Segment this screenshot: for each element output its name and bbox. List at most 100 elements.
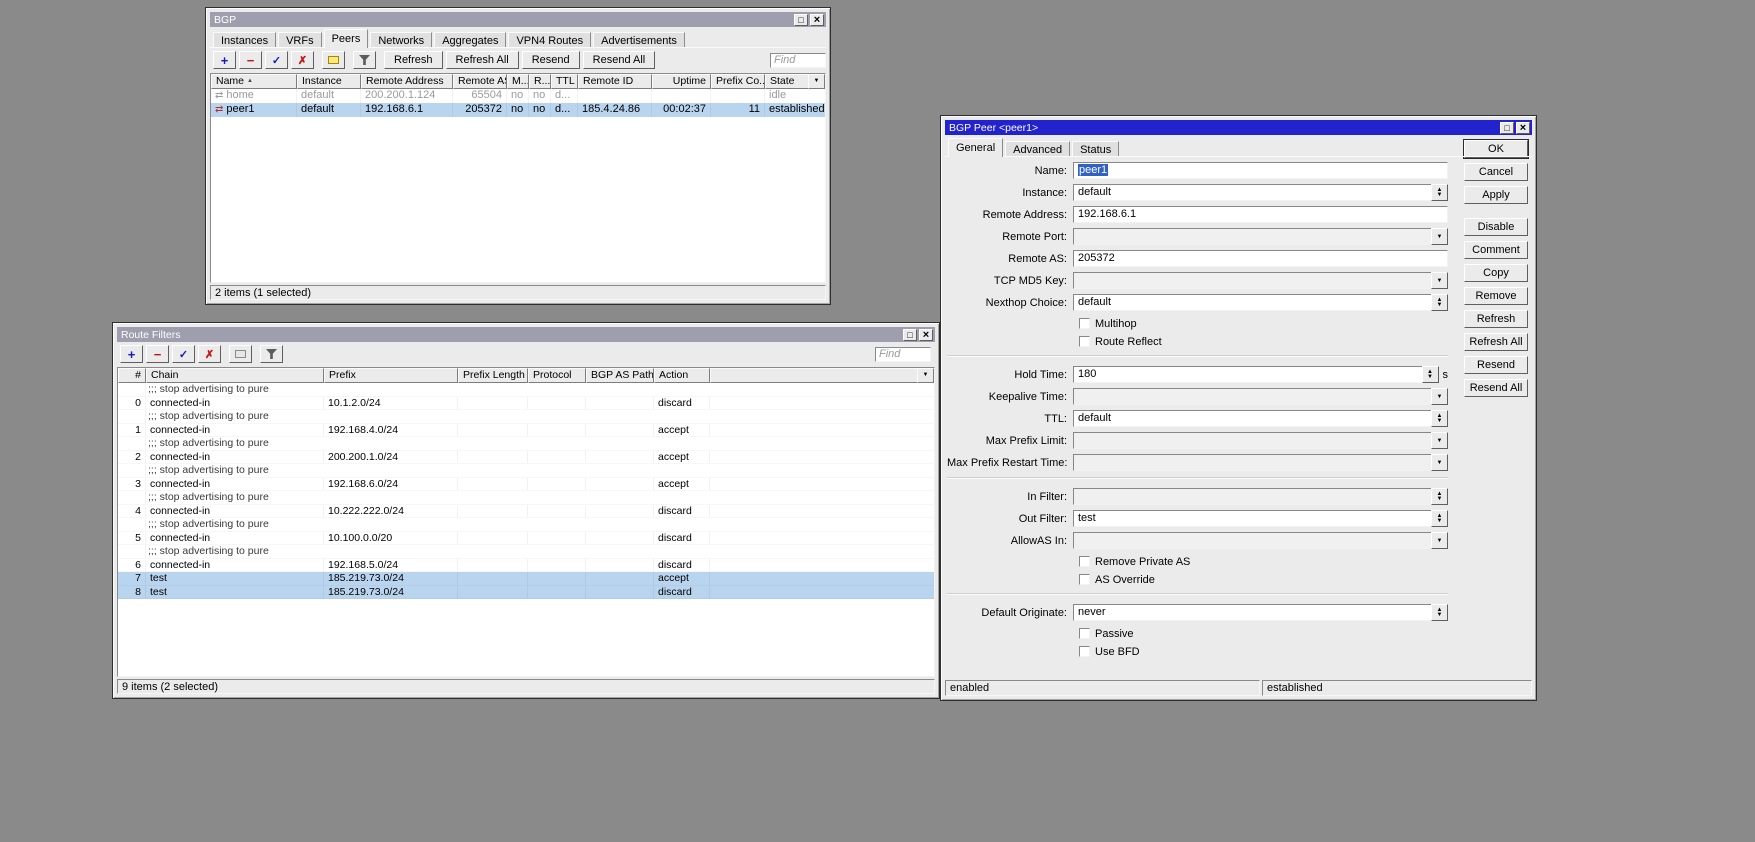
find-input[interactable] [770,53,826,68]
tcp-md5-key-dropdown[interactable]: ▼ [1073,272,1448,289]
column-header-m[interactable]: M... [507,74,529,89]
disable-button[interactable]: Disable [1464,218,1528,236]
refresh-all-button[interactable]: Refresh All [446,51,519,69]
nexthop-choice-dropdown[interactable]: default ▲▼ [1073,294,1448,311]
column-header-remote-as[interactable]: Remote AS [453,74,507,89]
remote-port-dropdown[interactable]: ▼ [1073,228,1448,245]
column-header-prefix-count[interactable]: Prefix Co... [711,74,765,89]
restore-icon[interactable]: □ [903,329,917,341]
column-header-r[interactable]: R... [529,74,551,89]
restore-icon[interactable]: □ [1500,122,1514,134]
instance-dropdown[interactable]: default ▲▼ [1073,184,1448,201]
column-header-bgp-as-path[interactable]: BGP AS Path [586,368,654,383]
route-filter-comment-row[interactable]: ;;; stop advertising to pure [118,464,934,478]
name-input[interactable]: peer1 [1073,162,1448,179]
chevron-updown-icon[interactable]: ▲▼ [1431,604,1448,621]
chevron-down-icon[interactable]: ▼ [1431,532,1448,549]
route-filter-row-0[interactable]: 0 connected-in 10.1.2.0/24 discard [118,397,934,411]
chevron-down-icon[interactable]: ▼ [1431,388,1448,405]
in-filter-dropdown[interactable]: ▲▼ [1073,488,1448,505]
tab-aggregates[interactable]: Aggregates [434,32,506,48]
bgp-peer-titlebar[interactable]: BGP Peer <peer1> □ × [945,120,1532,135]
multihop-checkbox[interactable] [1079,318,1090,329]
bgp-peer-row-peer1[interactable]: ⇄peer1 default 192.168.6.1 205372 no no … [211,103,825,117]
comment-button[interactable] [322,51,345,69]
ttl-dropdown[interactable]: default ▲▼ [1073,410,1448,427]
tab-instances[interactable]: Instances [213,32,276,48]
max-prefix-limit-dropdown[interactable]: ▼ [1073,432,1448,449]
route-filter-row-3[interactable]: 3 connected-in 192.168.6.0/24 accept [118,478,934,492]
passive-checkbox[interactable] [1079,628,1090,639]
column-header-remote-id[interactable]: Remote ID [578,74,652,89]
close-icon[interactable]: × [919,329,933,341]
max-prefix-restart-time-dropdown[interactable]: ▼ [1073,454,1448,471]
enable-button[interactable]: ✓ [172,345,195,363]
column-header-action[interactable]: Action [654,368,710,383]
column-select-button[interactable]: ▼ [808,74,825,89]
route-filter-row-1[interactable]: 1 connected-in 192.168.4.0/24 accept [118,424,934,438]
route-filter-row-6[interactable]: 6 connected-in 192.168.5.0/24 discard [118,559,934,573]
remote-as-input[interactable]: 205372 [1073,250,1448,267]
route-filter-row-7[interactable]: 7 test 185.219.73.0/24 accept [118,572,934,586]
column-header-name[interactable]: Name▲ [211,74,297,89]
column-header-prefix-length[interactable]: Prefix Length [458,368,528,383]
disable-button[interactable]: ✗ [198,345,221,363]
tab-vpn4-routes[interactable]: VPN4 Routes [508,32,591,48]
chevron-down-icon[interactable]: ▼ [1431,228,1448,245]
refresh-all-button[interactable]: Refresh All [1464,333,1528,351]
column-header-chain[interactable]: Chain [146,368,324,383]
copy-button[interactable]: Copy [1464,264,1528,282]
filter-button[interactable] [353,51,376,69]
column-header-prefix[interactable]: Prefix [324,368,458,383]
route-filter-comment-row[interactable]: ;;; stop advertising to pure [118,545,934,559]
tab-advertisements[interactable]: Advertisements [593,32,685,48]
keepalive-time-dropdown[interactable]: ▼ [1073,388,1448,405]
route-filter-comment-row[interactable]: ;;; stop advertising to pure [118,437,934,451]
apply-button[interactable]: Apply [1464,186,1528,204]
route-filters-titlebar[interactable]: Route Filters □ × [117,327,935,342]
column-select-button[interactable]: ▼ [917,368,934,383]
route-filter-comment-row[interactable]: ;;; stop advertising to pure [118,518,934,532]
route-filter-comment-row[interactable]: ;;; stop advertising to pure [118,383,934,397]
cancel-button[interactable]: Cancel [1464,163,1528,181]
filter-button[interactable] [260,345,283,363]
chevron-down-icon[interactable]: ▼ [1431,432,1448,449]
allowas-in-dropdown[interactable]: ▼ [1073,532,1448,549]
resend-all-button[interactable]: Resend All [1464,379,1528,397]
bgp-titlebar[interactable]: BGP □ × [210,12,826,27]
refresh-button[interactable]: Refresh [384,51,443,69]
chevron-updown-icon[interactable]: ▲▼ [1422,366,1439,383]
use-bfd-checkbox[interactable] [1079,646,1090,657]
chevron-updown-icon[interactable]: ▲▼ [1431,488,1448,505]
comment-button[interactable]: Comment [1464,241,1528,259]
hold-time-dropdown[interactable]: 180 ▲▼ [1073,366,1439,383]
column-header-protocol[interactable]: Protocol [528,368,586,383]
chevron-down-icon[interactable]: ▼ [1431,454,1448,471]
as-override-checkbox[interactable] [1079,574,1090,585]
column-header-number[interactable]: # [118,368,146,383]
find-input[interactable] [875,347,931,362]
tab-peers[interactable]: Peers [324,29,369,48]
close-icon[interactable]: × [810,14,824,26]
remove-button[interactable]: − [239,51,262,69]
column-header-uptime[interactable]: Uptime [652,74,711,89]
column-header-ttl[interactable]: TTL [551,74,578,89]
tab-networks[interactable]: Networks [370,32,432,48]
column-header-instance[interactable]: Instance [297,74,361,89]
route-filter-row-4[interactable]: 4 connected-in 10.222.222.0/24 discard [118,505,934,519]
refresh-button[interactable]: Refresh [1464,310,1528,328]
chevron-updown-icon[interactable]: ▲▼ [1431,510,1448,527]
route-reflect-checkbox[interactable] [1079,336,1090,347]
tab-advanced[interactable]: Advanced [1005,141,1070,157]
chevron-updown-icon[interactable]: ▲▼ [1431,410,1448,427]
comment-button[interactable] [229,345,252,363]
chevron-down-icon[interactable]: ▼ [1431,272,1448,289]
tab-vrfs[interactable]: VRFs [278,32,322,48]
chevron-updown-icon[interactable]: ▲▼ [1431,294,1448,311]
remote-address-input[interactable]: 192.168.6.1 [1073,206,1448,223]
add-button[interactable]: + [120,345,143,363]
resend-button[interactable]: Resend [1464,356,1528,374]
tab-status[interactable]: Status [1072,141,1119,157]
add-button[interactable]: + [213,51,236,69]
route-filter-row-2[interactable]: 2 connected-in 200.200.1.0/24 accept [118,451,934,465]
